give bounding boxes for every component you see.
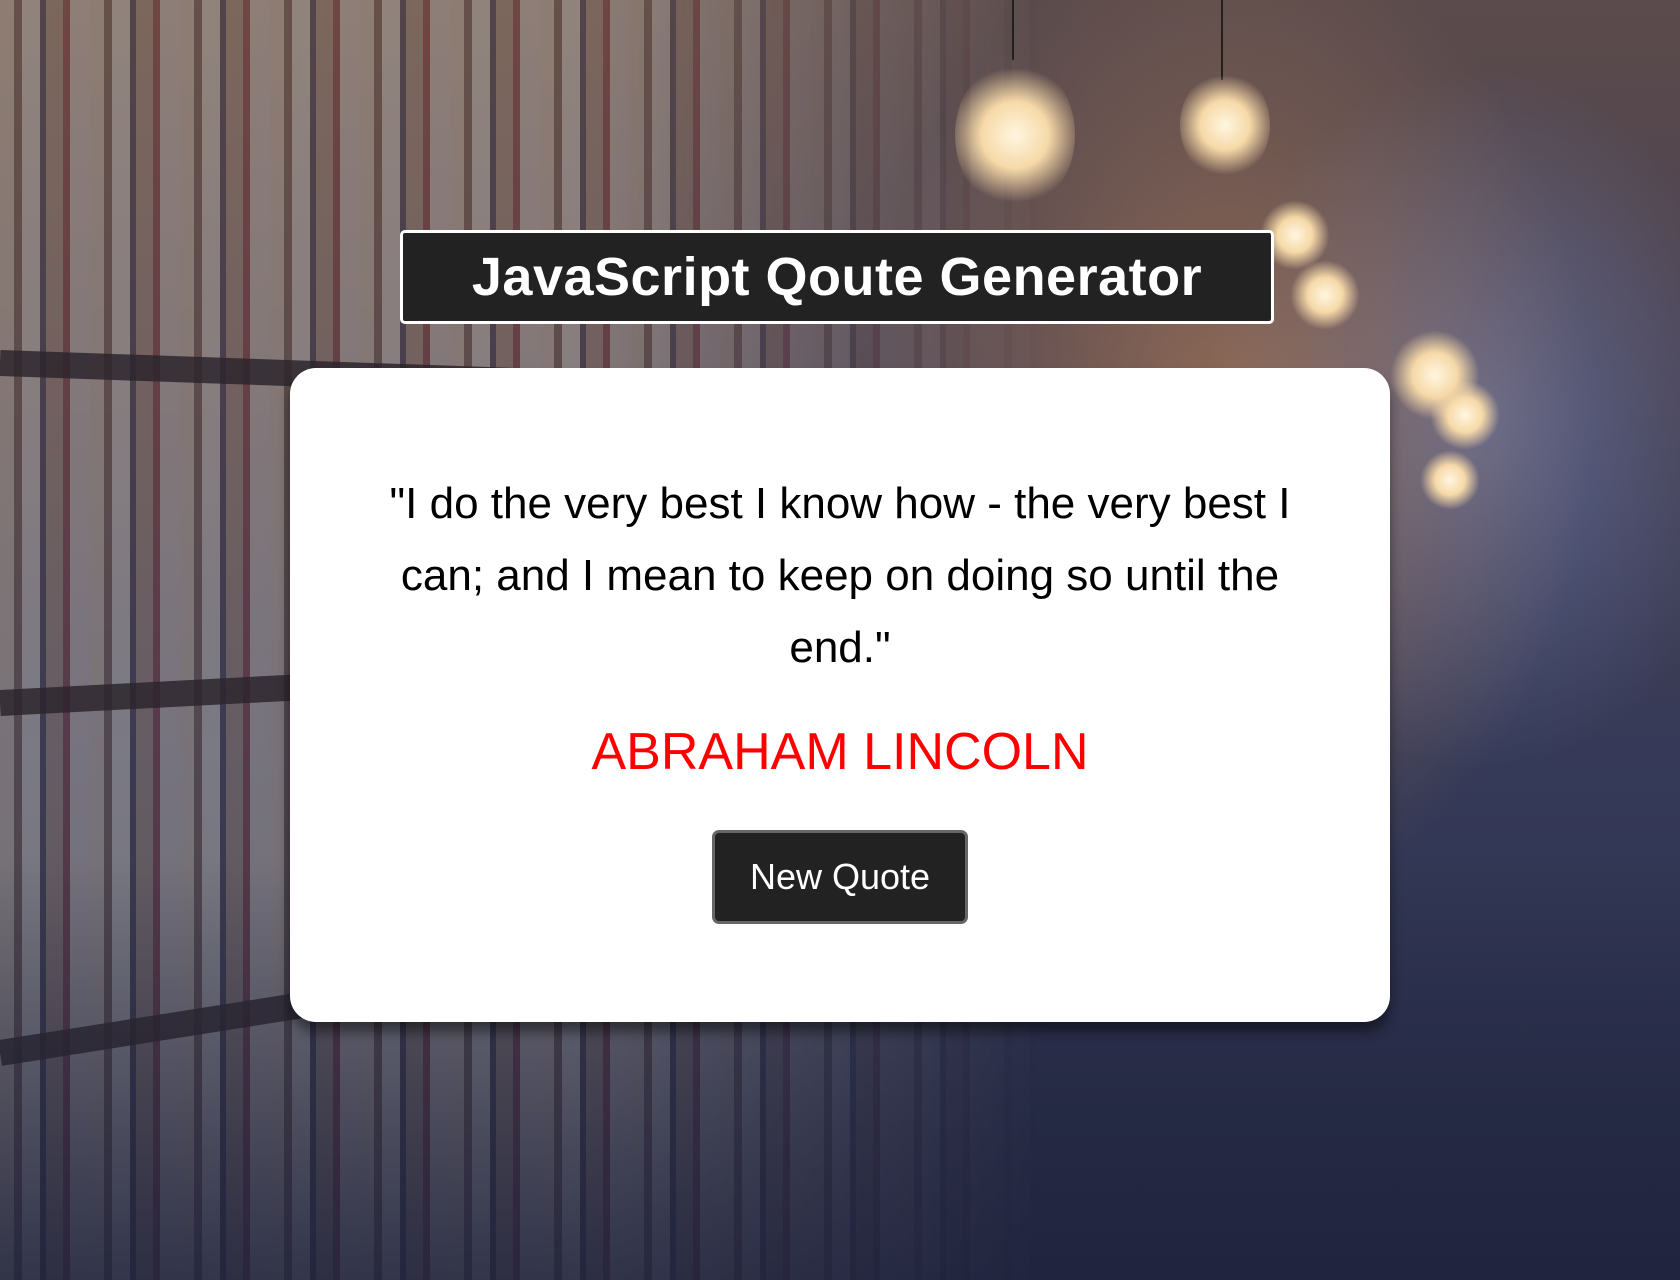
lamp-cord <box>1012 0 1014 60</box>
quote-author: ABRAHAM LINCOLN <box>591 723 1089 781</box>
lamp-cord <box>1221 0 1223 80</box>
hanging-bulb <box>1180 70 1270 180</box>
hanging-bulb <box>955 60 1075 210</box>
page-title: JavaScript Qoute Generator <box>471 247 1203 307</box>
title-banner: JavaScript Qoute Generator <box>400 230 1274 324</box>
hanging-bulb <box>1430 380 1500 450</box>
hanging-bulb <box>1420 450 1480 510</box>
quote-text: "I do the very best I know how - the ver… <box>389 479 1291 672</box>
new-quote-button[interactable]: New Quote <box>712 830 968 924</box>
quote-card: "I do the very best I know how - the ver… <box>290 368 1390 1022</box>
hanging-bulb <box>1290 260 1360 330</box>
